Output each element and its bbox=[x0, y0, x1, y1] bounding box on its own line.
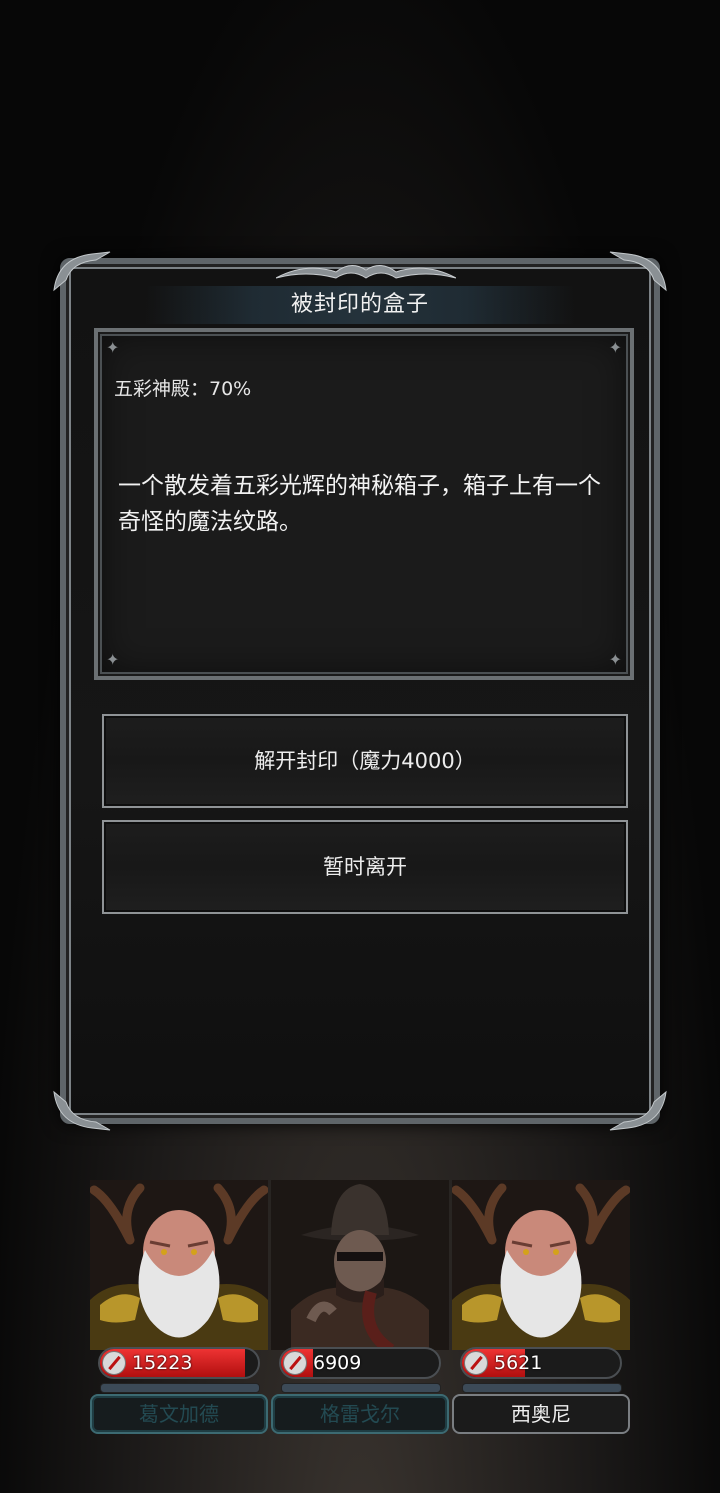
antlered-elder-portrait-icon bbox=[90, 1180, 268, 1350]
hp-value: 6909 bbox=[313, 1352, 362, 1374]
sparkle-icon: ✦ bbox=[608, 650, 622, 669]
hero-name-plate[interactable]: 格雷戈尔 bbox=[271, 1394, 449, 1434]
hero-card[interactable]: 6909 格雷戈尔 bbox=[271, 1180, 449, 1438]
sparkle-icon: ✦ bbox=[608, 338, 622, 357]
mp-bar bbox=[100, 1383, 260, 1393]
hp-bar: 5621 bbox=[460, 1347, 622, 1379]
mp-bar bbox=[462, 1383, 622, 1393]
sparkle-icon: ✦ bbox=[106, 338, 120, 357]
ornament-corner-icon bbox=[52, 1088, 112, 1132]
sparkle-icon: ✦ bbox=[106, 650, 120, 669]
event-dialog: 被封印的盒子 ✦ ✦ ✦ ✦ 五彩神殿：70% 一个散发着五彩光辉的神秘箱子，箱… bbox=[53, 251, 667, 1131]
ornament-corner-icon bbox=[608, 1088, 668, 1132]
sword-icon bbox=[283, 1351, 307, 1375]
hp-value: 5621 bbox=[494, 1352, 543, 1374]
hp-bar: 15223 bbox=[98, 1347, 260, 1379]
dialog-title: 被封印的盒子 bbox=[146, 286, 574, 324]
description-panel: ✦ ✦ ✦ ✦ 五彩神殿：70% 一个散发着五彩光辉的神秘箱子，箱子上有一个奇怪… bbox=[94, 328, 634, 680]
hp-value: 15223 bbox=[132, 1352, 193, 1374]
ornament-corner-icon bbox=[608, 250, 668, 294]
hero-name-plate[interactable]: 葛文加德 bbox=[90, 1394, 268, 1434]
antlered-elder-portrait-icon bbox=[452, 1180, 630, 1350]
hero-name-plate[interactable]: 西奥尼 bbox=[452, 1394, 630, 1434]
title-ornament-icon bbox=[276, 265, 456, 279]
location-progress: 五彩神殿：70% bbox=[114, 378, 252, 400]
hero-card[interactable]: 5621 西奥尼 bbox=[452, 1180, 630, 1438]
hp-bar: 6909 bbox=[279, 1347, 441, 1379]
ornament-corner-icon bbox=[52, 250, 112, 294]
event-description: 一个散发着五彩光辉的神秘箱子，箱子上有一个奇怪的魔法纹路。 bbox=[118, 473, 601, 535]
hunter-hat-portrait-icon bbox=[271, 1180, 449, 1350]
sword-icon bbox=[464, 1351, 488, 1375]
leave-button[interactable]: 暂时离开 bbox=[102, 820, 628, 914]
unseal-button[interactable]: 解开封印（魔力4000） bbox=[102, 714, 628, 808]
hero-card[interactable]: 15223 葛文加德 bbox=[90, 1180, 268, 1438]
sword-icon bbox=[102, 1351, 126, 1375]
mp-bar bbox=[281, 1383, 441, 1393]
